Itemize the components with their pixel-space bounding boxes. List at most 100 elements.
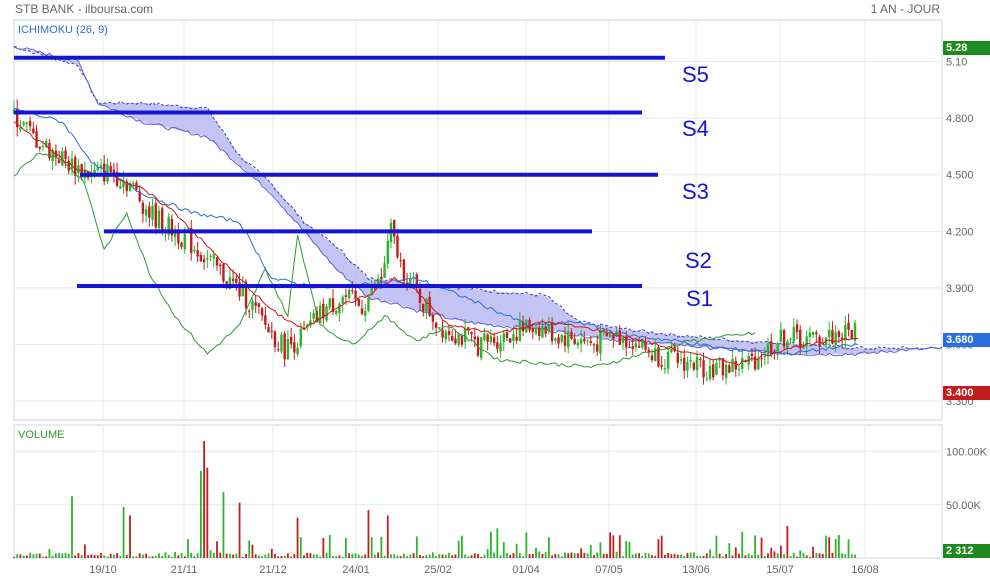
candle-body	[637, 345, 641, 348]
volume-bar	[158, 553, 160, 558]
candle-body	[663, 368, 667, 370]
candle-body	[57, 159, 61, 163]
candle-body	[64, 150, 67, 160]
candle-body	[222, 263, 225, 282]
volume-tick-label: 50.00K	[946, 500, 982, 512]
volume-bar	[638, 553, 641, 558]
candle-body	[299, 328, 302, 347]
volume-bar	[622, 556, 624, 558]
candle-body	[792, 327, 795, 342]
volume-bar	[183, 556, 186, 558]
volume-bar	[51, 555, 54, 558]
volume-bar	[344, 538, 347, 558]
volume-bar	[828, 537, 831, 558]
candle-body	[679, 359, 683, 361]
candle-body	[799, 329, 802, 348]
candle-body	[344, 295, 348, 297]
volume-bar	[438, 554, 441, 558]
candle-body	[753, 356, 757, 370]
volume-bar	[335, 556, 338, 558]
volume-bar	[551, 555, 554, 558]
candle-body	[470, 332, 473, 335]
volume-bar	[750, 555, 753, 558]
volume-bar	[557, 554, 560, 558]
volume-bar	[315, 554, 318, 558]
candle-body	[396, 235, 399, 258]
candle-body	[341, 296, 344, 304]
volume-bar	[599, 542, 602, 558]
volume-bar	[87, 555, 90, 558]
volume-bar	[235, 553, 238, 558]
volume-bar	[480, 556, 483, 558]
candle-body	[695, 356, 699, 371]
candle-body	[583, 338, 586, 342]
volume-bar	[83, 544, 86, 558]
candle-body	[789, 338, 792, 340]
volume-bar	[544, 552, 547, 558]
volume-bar	[837, 534, 840, 558]
indicator-label: ICHIMOKU (26, 9)	[18, 24, 108, 36]
volume-bar	[654, 555, 657, 558]
volume-bar	[309, 553, 312, 558]
volume-bar	[612, 535, 615, 558]
candle-body	[434, 322, 438, 328]
candle-body	[621, 337, 625, 344]
candle-body	[721, 358, 725, 376]
candle-body	[425, 298, 428, 312]
volume-bar	[380, 536, 383, 558]
volume-bar	[596, 552, 599, 558]
date-tick-label: 21/12	[259, 564, 287, 576]
volume-bar	[528, 553, 531, 558]
volume-bar	[634, 553, 637, 558]
volume-bar	[663, 555, 666, 558]
candle-body	[383, 263, 386, 278]
volume-bar	[483, 554, 486, 558]
candle-body	[132, 182, 135, 184]
volume-bar	[351, 553, 354, 558]
volume-bar	[106, 556, 109, 558]
candle-body	[451, 335, 454, 341]
volume-bar	[547, 537, 550, 558]
candle-body	[589, 341, 592, 344]
volume-bar	[847, 539, 850, 558]
volume-bar	[770, 547, 773, 558]
volume-bar	[277, 556, 280, 558]
candle-body	[715, 363, 718, 375]
candle-body	[441, 329, 444, 338]
candle-body	[409, 278, 412, 284]
candle-body	[811, 331, 815, 336]
volume-bar	[783, 553, 786, 558]
volume-bar	[609, 532, 612, 558]
candle-body	[109, 166, 112, 173]
candle-body	[328, 298, 331, 308]
volume-bar	[286, 553, 289, 558]
stock-chart: ICHIMOKU (26, 9) VOLUME 5.10 4.800 4.500 4.20…	[12, 19, 988, 576]
volume-panel-frame	[13, 424, 943, 559]
volume-bar	[167, 554, 170, 558]
volume-bar	[16, 554, 19, 558]
candle-body	[386, 240, 389, 264]
volume-bar	[54, 553, 57, 558]
candle-body	[502, 333, 505, 343]
date-tick-label: 07/05	[595, 564, 623, 576]
volume-bar	[77, 552, 80, 558]
volume-bar	[583, 552, 586, 558]
candle-body	[608, 333, 612, 337]
volume-bar	[702, 556, 705, 558]
volume-bar	[435, 556, 438, 558]
volume-bar	[42, 556, 44, 558]
volume-bar	[312, 554, 315, 558]
max-price-tag: 5.28	[943, 41, 990, 55]
candle-body	[712, 364, 715, 378]
volume-bar	[657, 539, 660, 558]
candle-body	[428, 296, 431, 316]
volume-bar	[196, 553, 199, 558]
candle-body	[750, 353, 754, 356]
candle-body	[828, 329, 831, 338]
volume-bar	[141, 554, 144, 558]
candle-body	[573, 338, 576, 344]
volume-bar	[164, 552, 167, 558]
candle-body	[270, 330, 273, 332]
volume-bar	[45, 556, 48, 558]
volume-last-tag: 2 312	[943, 544, 990, 558]
